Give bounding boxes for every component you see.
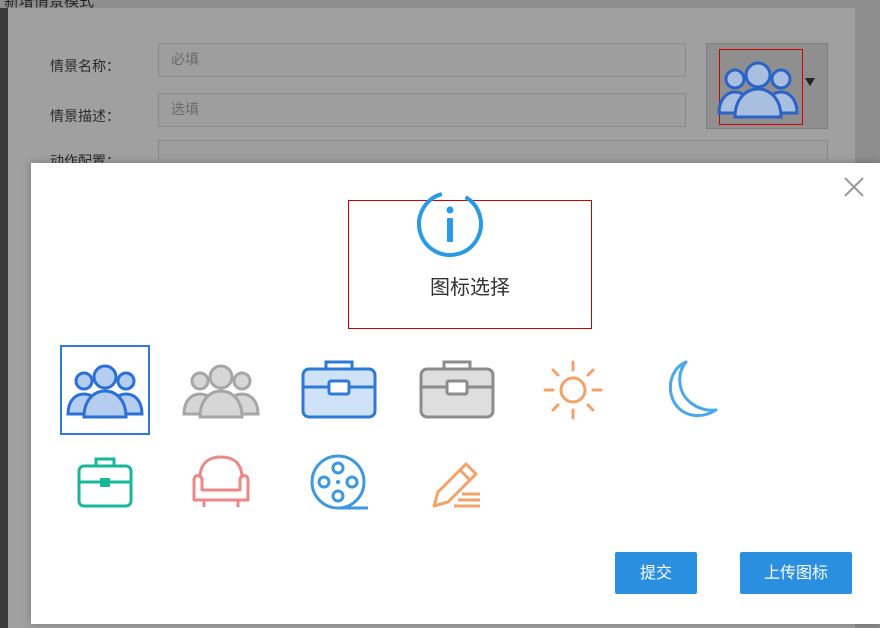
dialog-title: 图标选择 bbox=[430, 275, 510, 299]
film-reel-icon bbox=[310, 454, 368, 510]
name-label: 情景名称： bbox=[50, 59, 120, 75]
pencil-icon bbox=[432, 462, 480, 508]
people-blue-icon bbox=[66, 364, 144, 419]
icon-option-briefcase-blue[interactable] bbox=[294, 345, 384, 435]
desc-input[interactable]: 选填 bbox=[158, 93, 686, 127]
upload-icon-button[interactable]: 上传图标 bbox=[740, 552, 852, 594]
sofa-icon bbox=[192, 455, 250, 507]
toolbox-icon bbox=[77, 457, 133, 508]
icon-select-dialog: 图标选择 提交 上传图标 bbox=[31, 163, 880, 624]
left-border bbox=[0, 8, 8, 628]
sun-icon bbox=[543, 360, 603, 420]
action-config-area bbox=[158, 140, 828, 160]
icon-picker[interactable] bbox=[706, 43, 828, 129]
icon-option-pencil[interactable] bbox=[412, 438, 502, 528]
icon-option-toolbox[interactable] bbox=[60, 438, 150, 528]
briefcase-blue-icon bbox=[301, 360, 377, 419]
icon-option-people-blue[interactable] bbox=[60, 345, 150, 435]
name-input[interactable]: 必填 bbox=[158, 43, 686, 77]
info-icon bbox=[417, 191, 483, 257]
submit-button[interactable]: 提交 bbox=[615, 552, 697, 594]
icon-option-sofa[interactable] bbox=[176, 438, 266, 528]
desc-label: 情景描述： bbox=[50, 109, 120, 125]
icon-option-sun[interactable] bbox=[528, 345, 618, 435]
icon-option-moon[interactable] bbox=[645, 345, 735, 435]
briefcase-gray-icon bbox=[419, 360, 495, 419]
people-icon bbox=[717, 61, 799, 119]
icon-option-film-reel[interactable] bbox=[294, 438, 384, 528]
people-gray-icon bbox=[182, 364, 260, 419]
moon-icon bbox=[669, 360, 718, 418]
icon-option-people-gray[interactable] bbox=[176, 345, 266, 435]
icon-option-briefcase-gray[interactable] bbox=[412, 345, 502, 435]
chevron-down-icon[interactable] bbox=[805, 78, 815, 86]
close-icon[interactable] bbox=[842, 175, 866, 199]
